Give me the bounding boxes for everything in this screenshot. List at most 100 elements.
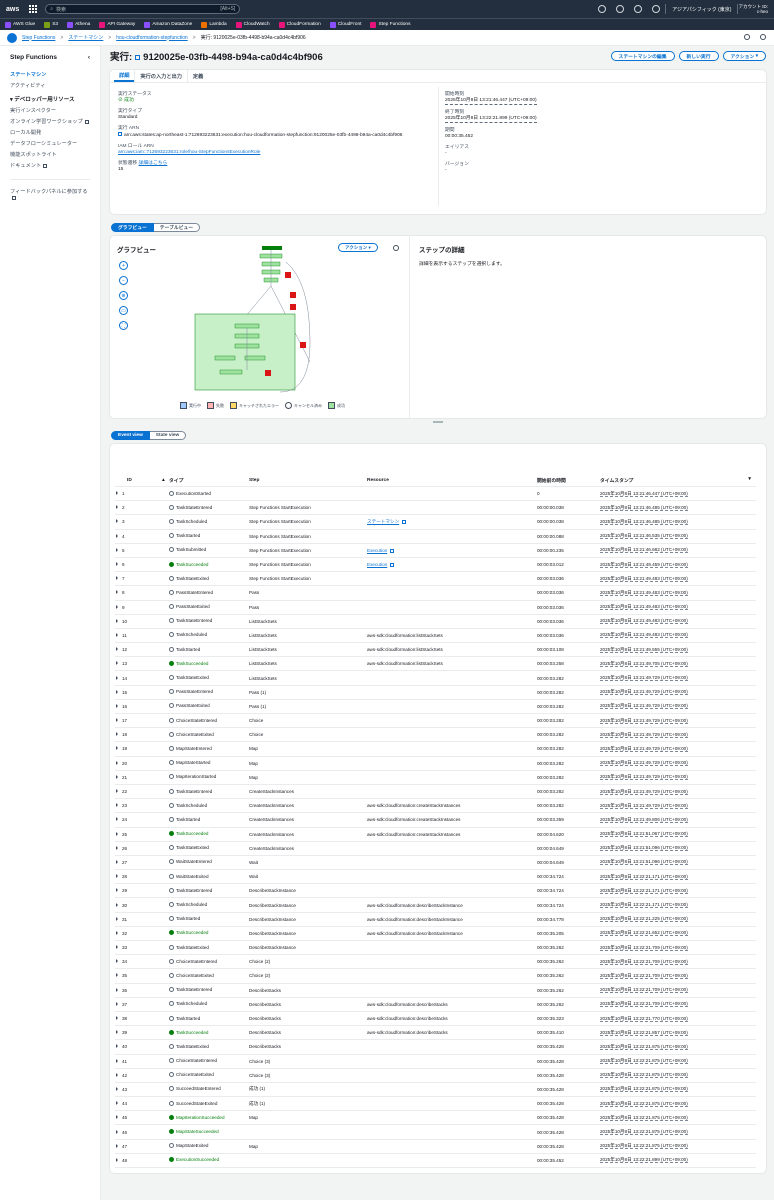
- table-row[interactable]: 14 TaskStateExited ListStackSets 00:00:03.2…: [115, 670, 756, 686]
- center-icon[interactable]: ⊕: [119, 291, 128, 300]
- state-machine-graph[interactable]: [190, 242, 350, 397]
- favorite-lambda[interactable]: Lambda: [201, 21, 227, 28]
- row-id-cell[interactable]: 10: [115, 614, 167, 629]
- expand-caret-icon[interactable]: [116, 632, 118, 637]
- table-row[interactable]: 41 ChoiceStateEntered Choice (3) 00:00:35.4…: [115, 1054, 756, 1069]
- expand-caret-icon[interactable]: [116, 1129, 118, 1134]
- state-view-button[interactable]: State view: [149, 431, 187, 440]
- expand-caret-icon[interactable]: [116, 718, 118, 723]
- table-row[interactable]: 23 TaskScheduled CreateStackInstances aws-s…: [115, 798, 756, 814]
- account-menu[interactable]: アカウント ID: c-heo: [738, 4, 768, 15]
- cloudshell-icon[interactable]: [598, 5, 607, 13]
- table-row[interactable]: 27 WaitStateEntered Wait 00:00:04.649 2025年1…: [115, 855, 756, 871]
- table-row[interactable]: 38 TaskStarted DescribeStacks aws-sdk:cloud…: [115, 1011, 756, 1027]
- row-id-cell[interactable]: 21: [115, 770, 167, 785]
- settings-gear-icon[interactable]: [652, 5, 661, 13]
- resize-handle[interactable]: [110, 418, 766, 426]
- expand-caret-icon[interactable]: [116, 547, 118, 552]
- favorite-step-functions[interactable]: Step Functions: [370, 21, 410, 28]
- table-row[interactable]: 12 TaskStarted ListStackSets aws-sdk:cloudf…: [115, 642, 756, 658]
- resource-link[interactable]: Execution: [367, 548, 387, 553]
- services-menu-icon[interactable]: [29, 5, 38, 13]
- row-id-cell[interactable]: 39: [115, 1025, 167, 1041]
- row-id-cell[interactable]: 6: [115, 557, 167, 573]
- row-id-cell[interactable]: 18: [115, 727, 167, 743]
- row-id-cell[interactable]: 12: [115, 642, 167, 658]
- row-id-cell[interactable]: 40: [115, 1039, 167, 1055]
- expand-caret-icon[interactable]: [116, 1030, 118, 1035]
- table-row[interactable]: 39 TaskSucceeded DescribeStacks aws-sdk:clo…: [115, 1025, 756, 1041]
- transitions-info-link[interactable]: 詳細はこちら: [139, 161, 168, 166]
- favorite-cloudformation[interactable]: CloudFormation: [278, 21, 321, 28]
- expand-caret-icon[interactable]: [116, 945, 118, 950]
- col-step[interactable]: Step: [247, 475, 365, 487]
- tab-input-output[interactable]: 実行の入力と出力: [134, 70, 187, 82]
- expand-caret-icon[interactable]: [116, 1143, 118, 1148]
- row-id-cell[interactable]: 17: [115, 713, 167, 729]
- row-id-cell[interactable]: 29: [115, 883, 167, 899]
- table-row[interactable]: 3 TaskScheduled Step Functions StartExecut…: [115, 514, 756, 530]
- expand-caret-icon[interactable]: [116, 562, 118, 567]
- row-id-cell[interactable]: 15: [115, 685, 167, 700]
- expand-caret-icon[interactable]: [116, 689, 118, 694]
- notifications-icon[interactable]: [616, 5, 625, 13]
- expand-caret-icon[interactable]: [116, 703, 118, 708]
- expand-caret-icon[interactable]: [116, 661, 118, 666]
- row-id-cell[interactable]: 35: [115, 968, 167, 984]
- row-id-cell[interactable]: 20: [115, 756, 167, 771]
- expand-caret-icon[interactable]: [116, 888, 118, 893]
- sidebar-item-activities[interactable]: アクティビティ: [10, 82, 90, 89]
- row-id-cell[interactable]: 48: [115, 1153, 167, 1169]
- help-icon[interactable]: [634, 5, 643, 13]
- expand-caret-icon[interactable]: [116, 519, 118, 524]
- table-row[interactable]: 9 PassStateExited Pass 00:00:03.036 2025年10月…: [115, 600, 756, 615]
- event-view-button[interactable]: Event view: [111, 431, 150, 440]
- row-id-cell[interactable]: 5: [115, 543, 167, 558]
- expand-caret-icon[interactable]: [116, 973, 118, 978]
- table-row[interactable]: 19 MapStateEntered Map 00:00:03.282 2025年10月…: [115, 741, 756, 757]
- expand-caret-icon[interactable]: [116, 874, 118, 879]
- sidebar-item-local-dev[interactable]: ローカル開発: [10, 129, 90, 136]
- menu-toggle-icon[interactable]: [7, 32, 17, 43]
- expand-caret-icon[interactable]: [116, 576, 118, 581]
- favorite-cloudwatch[interactable]: CloudWatch: [235, 21, 270, 28]
- table-row[interactable]: 33 TaskStateExited DescribeStackInstance 00…: [115, 940, 756, 956]
- graph-settings-icon[interactable]: [393, 245, 399, 251]
- table-row[interactable]: 44 SucceedStateExited 成功 (1) 00:00:35.428 20…: [115, 1096, 756, 1112]
- expand-caret-icon[interactable]: [116, 831, 118, 836]
- expand-caret-icon[interactable]: [116, 916, 118, 921]
- region-selector[interactable]: アジアパシフィック (東京): [672, 6, 731, 13]
- breadcrumb-step-functions[interactable]: Step Functions: [22, 35, 55, 41]
- expand-caret-icon[interactable]: [116, 1001, 118, 1006]
- favorite-api-gateway[interactable]: API Gateway: [99, 21, 135, 28]
- table-row[interactable]: 2 TaskStateEntered Step Functions StartExe…: [115, 500, 756, 516]
- table-row[interactable]: 21 MapIterationStarted Map 00:00:03.282 2025…: [115, 770, 756, 785]
- row-id-cell[interactable]: 43: [115, 1082, 167, 1098]
- table-view-toggle[interactable]: テーブルビュー: [153, 223, 201, 232]
- row-resource-cell[interactable]: Execution: [365, 543, 535, 558]
- fullscreen-icon[interactable]: ⛶: [119, 321, 128, 330]
- row-id-cell[interactable]: 24: [115, 812, 167, 828]
- row-id-cell[interactable]: 37: [115, 997, 167, 1012]
- actions-dropdown[interactable]: アクション ▾: [722, 51, 766, 61]
- row-id-cell[interactable]: 36: [115, 983, 167, 998]
- col-timestamp[interactable]: タイムスタンプ ▼: [598, 475, 756, 487]
- expand-caret-icon[interactable]: [116, 533, 118, 538]
- expand-caret-icon[interactable]: [116, 618, 118, 623]
- expand-caret-icon[interactable]: [116, 902, 118, 907]
- row-id-cell[interactable]: 31: [115, 912, 167, 927]
- expand-caret-icon[interactable]: [116, 959, 118, 964]
- graph-view-toggle[interactable]: グラフビュー: [111, 223, 154, 232]
- table-row[interactable]: 18 ChoiceStateExited Choice 00:00:03.282 202…: [115, 727, 756, 743]
- col-elapsed[interactable]: 開始前の時間: [535, 475, 598, 487]
- row-id-cell[interactable]: 11: [115, 628, 167, 644]
- row-id-cell[interactable]: 25: [115, 827, 167, 842]
- favorite-aws-glue[interactable]: AWS Glue: [5, 21, 35, 28]
- expand-caret-icon[interactable]: [116, 930, 118, 935]
- row-id-cell[interactable]: 1: [115, 486, 167, 502]
- table-row[interactable]: 46 MapStateSucceeded 00:00:35.428 2025年10月8…: [115, 1124, 756, 1140]
- sidebar-item-state-machines[interactable]: ステートマシン: [10, 71, 90, 78]
- sidebar-item-workshop[interactable]: オンライン学習ワークショップ: [10, 118, 90, 125]
- table-row[interactable]: 26 TaskStateExited CreateStackInstances 00:…: [115, 841, 756, 856]
- table-row[interactable]: 34 ChoiceStateEntered Choice (2) 00:00:35.2…: [115, 954, 756, 970]
